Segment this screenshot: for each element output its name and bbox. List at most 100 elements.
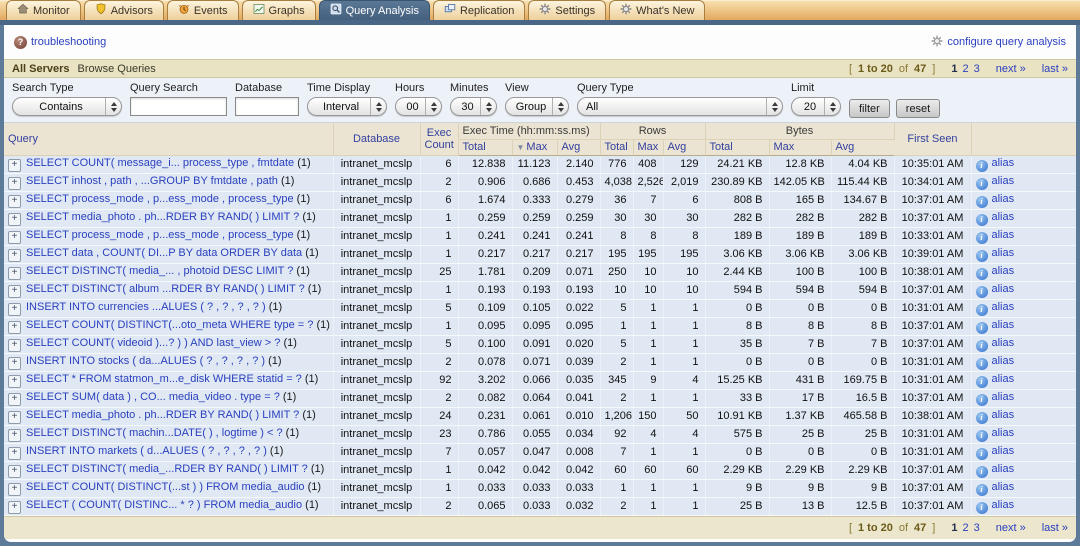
last-page-link[interactable]: last » bbox=[1042, 522, 1068, 534]
expand-plus-icon[interactable]: + bbox=[8, 177, 21, 190]
expand-plus-icon[interactable]: + bbox=[8, 375, 21, 388]
expand-plus-icon[interactable]: + bbox=[8, 339, 21, 352]
col-header-rows-max[interactable]: Max bbox=[633, 139, 663, 155]
query-link[interactable]: SELECT COUNT( DISTINCT(...oto_meta WHERE… bbox=[26, 319, 313, 331]
page-2-link[interactable]: 2 bbox=[962, 522, 968, 534]
time-display-select[interactable]: Interval bbox=[307, 97, 387, 116]
col-header-query[interactable]: Query bbox=[4, 123, 333, 155]
query-link[interactable]: SELECT media_photo . ph...RDER BY RAND( … bbox=[26, 409, 299, 421]
expand-plus-icon[interactable]: + bbox=[8, 411, 21, 424]
troubleshooting-link[interactable]: troubleshooting bbox=[31, 36, 106, 48]
tab-monitor[interactable]: Monitor bbox=[6, 0, 81, 20]
alias-link[interactable]: alias bbox=[992, 247, 1015, 259]
hours-select[interactable]: 00 bbox=[395, 97, 442, 116]
expand-plus-icon[interactable]: + bbox=[8, 303, 21, 316]
alias-link[interactable]: alias bbox=[992, 427, 1015, 439]
query-link[interactable]: SELECT inhost , path , ...GROUP BY fmtda… bbox=[26, 175, 278, 187]
tab-whats-new[interactable]: What's New bbox=[609, 0, 705, 20]
expand-plus-icon[interactable]: + bbox=[8, 357, 21, 370]
database-input[interactable] bbox=[235, 97, 299, 116]
tab-settings[interactable]: Settings bbox=[528, 0, 606, 20]
query-link[interactable]: SELECT COUNT( videoid )...? ) ) AND last… bbox=[26, 337, 280, 349]
query-link[interactable]: SELECT process_mode , p...ess_mode , pro… bbox=[26, 229, 294, 241]
minutes-select[interactable]: 30 bbox=[450, 97, 497, 116]
expand-plus-icon[interactable]: + bbox=[8, 267, 21, 280]
tab-query-analysis[interactable]: Query Analysis bbox=[319, 0, 430, 20]
alias-link[interactable]: alias bbox=[992, 337, 1015, 349]
expand-plus-icon[interactable]: + bbox=[8, 249, 21, 262]
configure-query-analysis-link[interactable]: configure query analysis bbox=[947, 36, 1066, 48]
alias-link[interactable]: alias bbox=[992, 373, 1015, 385]
alias-link[interactable]: alias bbox=[992, 229, 1015, 241]
col-header-database[interactable]: Database bbox=[333, 123, 420, 155]
filter-button[interactable]: filter bbox=[849, 99, 890, 118]
query-link[interactable]: SELECT process_mode , p...ess_mode , pro… bbox=[26, 193, 294, 205]
query-link[interactable]: SELECT COUNT( DISTINCT(...st ) ) FROM me… bbox=[26, 481, 305, 493]
view-select[interactable]: Group bbox=[505, 97, 569, 116]
alias-link[interactable]: alias bbox=[992, 499, 1015, 511]
tab-advisors[interactable]: Advisors bbox=[84, 0, 164, 20]
query-link[interactable]: SELECT data , COUNT( DI...P BY data ORDE… bbox=[26, 247, 302, 259]
alias-link[interactable]: alias bbox=[992, 175, 1015, 187]
query-link[interactable]: SELECT DISTINCT( media_... , photoid DES… bbox=[26, 265, 293, 277]
alias-link[interactable]: alias bbox=[992, 481, 1015, 493]
alias-link[interactable]: alias bbox=[992, 193, 1015, 205]
search-type-select[interactable]: Contains bbox=[12, 97, 122, 116]
col-header-exec-time-avg[interactable]: Avg bbox=[557, 139, 600, 155]
col-header-exec-count[interactable]: Exec Count bbox=[420, 123, 458, 155]
query-link[interactable]: SELECT DISTINCT( machin...DATE( ) , logt… bbox=[26, 427, 283, 439]
query-link[interactable]: SELECT DISTINCT( album ...RDER BY RAND( … bbox=[26, 283, 305, 295]
alias-link[interactable]: alias bbox=[992, 265, 1015, 277]
col-header-rows-avg[interactable]: Avg bbox=[663, 139, 705, 155]
query-link[interactable]: SELECT COUNT( message_i... process_type … bbox=[26, 157, 294, 169]
alias-link[interactable]: alias bbox=[992, 391, 1015, 403]
query-link[interactable]: SELECT ( COUNT( DISTINC... * ? ) FROM me… bbox=[26, 499, 302, 511]
col-header-first-seen[interactable]: First Seen bbox=[894, 123, 971, 155]
query-link[interactable]: SELECT SUM( data ) , CO... media_video .… bbox=[26, 391, 280, 403]
alias-link[interactable]: alias bbox=[992, 445, 1015, 457]
query-link[interactable]: INSERT INTO currencies ...ALUES ( ? , ? … bbox=[26, 301, 266, 313]
alias-link[interactable]: alias bbox=[992, 157, 1015, 169]
alias-link[interactable]: alias bbox=[992, 211, 1015, 223]
last-page-link[interactable]: last » bbox=[1042, 63, 1068, 75]
col-header-rows-total[interactable]: Total bbox=[600, 139, 633, 155]
expand-plus-icon[interactable]: + bbox=[8, 213, 21, 226]
alias-link[interactable]: alias bbox=[992, 355, 1015, 367]
limit-select[interactable]: 20 bbox=[791, 97, 841, 116]
col-header-bytes-avg[interactable]: Avg bbox=[831, 139, 894, 155]
alias-link[interactable]: alias bbox=[992, 409, 1015, 421]
query-link[interactable]: SELECT DISTINCT( media_...RDER BY RAND( … bbox=[26, 463, 308, 475]
expand-plus-icon[interactable]: + bbox=[8, 429, 21, 442]
expand-plus-icon[interactable]: + bbox=[8, 195, 21, 208]
page-2-link[interactable]: 2 bbox=[962, 63, 968, 75]
expand-plus-icon[interactable]: + bbox=[8, 159, 21, 172]
tab-replication[interactable]: Replication bbox=[433, 0, 525, 20]
expand-plus-icon[interactable]: + bbox=[8, 393, 21, 406]
expand-plus-icon[interactable]: + bbox=[8, 447, 21, 460]
col-header-exec-time-total[interactable]: Total bbox=[458, 139, 512, 155]
alias-link[interactable]: alias bbox=[992, 301, 1015, 313]
alias-link[interactable]: alias bbox=[992, 283, 1015, 295]
alias-link[interactable]: alias bbox=[992, 463, 1015, 475]
query-link[interactable]: INSERT INTO markets ( d...ALUES ( ? , ? … bbox=[26, 445, 267, 457]
expand-plus-icon[interactable]: + bbox=[8, 321, 21, 334]
expand-plus-icon[interactable]: + bbox=[8, 483, 21, 496]
query-type-select[interactable]: All bbox=[577, 97, 783, 116]
tab-graphs[interactable]: Graphs bbox=[242, 0, 316, 20]
expand-plus-icon[interactable]: + bbox=[8, 501, 21, 514]
col-header-bytes-max[interactable]: Max bbox=[769, 139, 831, 155]
col-header-bytes-total[interactable]: Total bbox=[705, 139, 769, 155]
next-page-link[interactable]: next » bbox=[996, 63, 1026, 75]
query-link[interactable]: INSERT INTO stocks ( da...ALUES ( ? , ? … bbox=[26, 355, 265, 367]
expand-plus-icon[interactable]: + bbox=[8, 465, 21, 478]
query-link[interactable]: SELECT * FROM statmon_m...e_disk WHERE s… bbox=[26, 373, 302, 385]
expand-plus-icon[interactable]: + bbox=[8, 285, 21, 298]
col-header-exec-time-max[interactable]: ▼Max bbox=[512, 139, 557, 155]
tab-events[interactable]: Events bbox=[167, 0, 239, 20]
query-search-input[interactable] bbox=[130, 97, 227, 116]
page-3-link[interactable]: 3 bbox=[974, 63, 980, 75]
next-page-link[interactable]: next » bbox=[996, 522, 1026, 534]
page-3-link[interactable]: 3 bbox=[974, 522, 980, 534]
reset-button[interactable]: reset bbox=[896, 99, 940, 118]
expand-plus-icon[interactable]: + bbox=[8, 231, 21, 244]
